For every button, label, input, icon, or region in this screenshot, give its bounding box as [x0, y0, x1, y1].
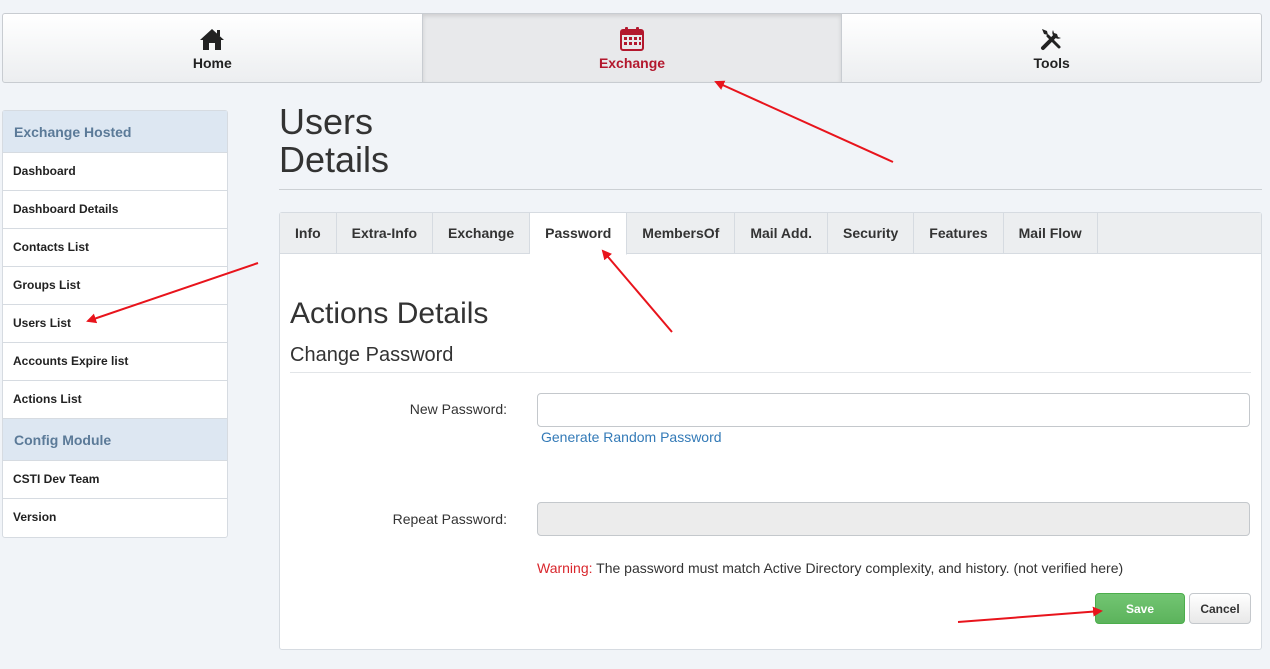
- tab-bar: Info Extra-Info Exchange Password Member…: [280, 213, 1261, 255]
- nav-tools-label: Tools: [1033, 54, 1070, 71]
- sidebar-item-contacts-list[interactable]: Contacts List: [3, 229, 227, 267]
- page-title-line1: Users: [279, 101, 374, 142]
- cancel-button[interactable]: Cancel: [1189, 593, 1251, 624]
- sidebar-header-config-module: Config Module: [3, 419, 227, 461]
- nav-exchange[interactable]: Exchange: [422, 14, 843, 82]
- top-navigation: Home Exchange Tools: [2, 13, 1262, 83]
- section-title: Actions Details: [290, 297, 489, 330]
- sidebar-item-dashboard-details[interactable]: Dashboard Details: [3, 191, 227, 229]
- tab-password[interactable]: Password: [530, 213, 628, 255]
- subsection-title: Change Password: [290, 344, 1251, 373]
- page-title: Users Details: [279, 103, 1262, 190]
- warning-text: The password must match Active Directory…: [592, 560, 1124, 576]
- wrench-screwdriver-icon: [1039, 26, 1065, 52]
- sidebar: Exchange Hosted Dashboard Dashboard Deta…: [2, 110, 228, 538]
- new-password-label: New Password:: [409, 401, 507, 417]
- generate-random-password-link[interactable]: Generate Random Password: [541, 429, 722, 445]
- home-icon: [198, 26, 226, 52]
- sidebar-item-version[interactable]: Version: [3, 499, 227, 537]
- tab-exchange[interactable]: Exchange: [433, 213, 531, 254]
- warning-label: Warning:: [537, 560, 593, 576]
- user-details-panel: Info Extra-Info Exchange Password Member…: [279, 212, 1262, 650]
- page-title-line2: Details: [279, 139, 390, 180]
- nav-tools[interactable]: Tools: [842, 14, 1261, 82]
- sidebar-item-csti-dev-team[interactable]: CSTI Dev Team: [3, 461, 227, 499]
- repeat-password-input[interactable]: [537, 502, 1250, 536]
- sidebar-item-accounts-expire-list[interactable]: Accounts Expire list: [3, 343, 227, 381]
- tab-mail-add[interactable]: Mail Add.: [735, 213, 829, 254]
- sidebar-item-users-list[interactable]: Users List: [3, 305, 227, 343]
- repeat-password-label: Repeat Password:: [392, 511, 507, 527]
- tab-info[interactable]: Info: [280, 213, 337, 254]
- sidebar-header-exchange-hosted: Exchange Hosted: [3, 111, 227, 153]
- tab-extra-info[interactable]: Extra-Info: [337, 213, 433, 254]
- sidebar-item-actions-list[interactable]: Actions List: [3, 381, 227, 419]
- calendar-icon: [619, 26, 645, 52]
- save-button[interactable]: Save: [1095, 593, 1185, 624]
- sidebar-item-groups-list[interactable]: Groups List: [3, 267, 227, 305]
- sidebar-item-dashboard[interactable]: Dashboard: [3, 153, 227, 191]
- password-warning: Warning: The password must match Active …: [537, 560, 1123, 576]
- nav-home-label: Home: [192, 54, 232, 71]
- tab-membersof[interactable]: MembersOf: [627, 213, 736, 254]
- tab-security[interactable]: Security: [828, 213, 915, 254]
- nav-exchange-label: Exchange: [598, 54, 666, 71]
- new-password-input[interactable]: [537, 393, 1250, 427]
- tab-mail-flow[interactable]: Mail Flow: [1004, 213, 1098, 254]
- nav-home[interactable]: Home: [3, 14, 423, 82]
- tab-features[interactable]: Features: [914, 213, 1004, 254]
